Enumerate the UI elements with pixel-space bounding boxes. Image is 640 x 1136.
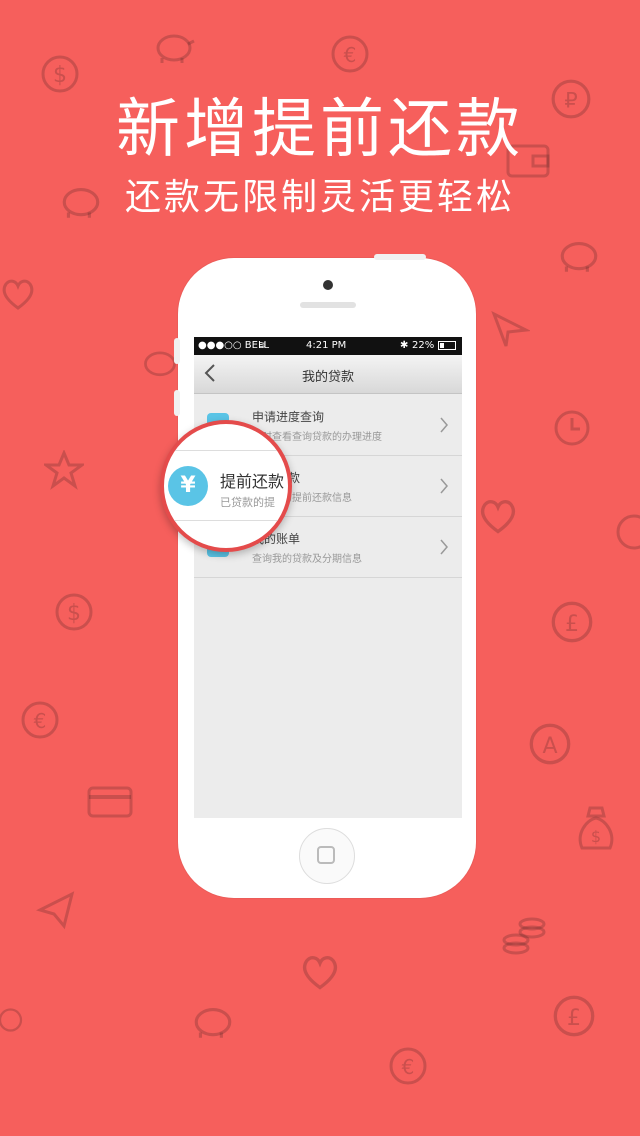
phone-mockup: ●●●○○ BELL ≋ 4:21 PM ✱ 22% 我的贷款 申请进度查询 实…: [174, 254, 476, 898]
nav-title: 我的贷款: [301, 370, 354, 385]
nav-bar: 我的贷款: [194, 355, 462, 394]
divider: [164, 450, 288, 451]
heart-icon: [0, 276, 36, 312]
svg-text:£: £: [567, 1006, 581, 1031]
credit-card-icon: [86, 784, 134, 820]
piggy-bank-icon: [190, 1000, 236, 1040]
svg-text:$: $: [67, 601, 81, 626]
coin-stack-icon: [500, 910, 548, 958]
phone-side-button: [174, 390, 180, 416]
status-time: 4:21 PM: [306, 340, 347, 351]
svg-text:€: €: [402, 1055, 415, 1079]
divider: [164, 520, 288, 521]
svg-text:$: $: [591, 827, 601, 846]
menu-row-subtitle: 查询我的贷款及分期信息: [252, 554, 362, 565]
battery-icon: [438, 341, 456, 350]
euro-coin-icon: €: [330, 34, 370, 74]
status-bar: ●●●○○ BELL ≋ 4:21 PM ✱ 22%: [194, 337, 462, 355]
phone-top-button: [374, 254, 426, 260]
front-camera: [323, 280, 333, 290]
wifi-icon: ≋: [258, 340, 267, 351]
menu-row-title: 申请进度查询: [252, 410, 325, 424]
heart-icon: [476, 496, 520, 536]
promo-subline: 还款无限制灵活更轻松: [124, 177, 515, 218]
chevron-right-icon: [440, 539, 448, 555]
phone-screen: ●●●○○ BELL ≋ 4:21 PM ✱ 22% 我的贷款 申请进度查询 实…: [194, 337, 462, 818]
svg-text:A: A: [542, 734, 557, 759]
magnifier-callout: ¥ 提前还款 已贷款的提: [160, 420, 292, 552]
magnified-subtitle: 已贷款的提: [220, 496, 275, 509]
paper-plane-icon: [36, 890, 76, 930]
star-icon: [44, 450, 84, 490]
svg-text:€: €: [34, 709, 47, 733]
money-bag-icon: [614, 508, 640, 552]
yuan-icon: ¥: [168, 466, 208, 506]
chevron-right-icon: [440, 417, 448, 433]
money-bag-icon: $: [574, 804, 618, 852]
a-coin-icon: A: [528, 722, 572, 766]
svg-text:€: €: [344, 43, 357, 67]
pound-coin-icon: £: [550, 600, 594, 644]
home-button[interactable]: [299, 828, 355, 884]
svg-text:£: £: [565, 612, 579, 637]
dollar-coin-icon: $: [54, 592, 94, 632]
chevron-right-icon: [440, 478, 448, 494]
euro-coin-icon: [0, 1000, 30, 1040]
bluetooth-icon: ✱: [400, 340, 409, 351]
euro-coin-icon: €: [20, 700, 60, 740]
piggy-bank-icon: [556, 234, 602, 274]
pound-coin-icon: £: [552, 994, 596, 1038]
phone-side-button: [174, 338, 180, 364]
home-square-icon: [317, 846, 335, 864]
heart-icon: [298, 952, 342, 992]
piggy-bank-icon: [152, 28, 196, 64]
euro-coin-icon: €: [388, 1046, 428, 1086]
paper-plane-icon: [490, 310, 530, 350]
battery-percent: 22%: [412, 340, 435, 351]
alarm-clock-icon: [550, 404, 594, 448]
promo-headline: 新增提前还款: [116, 93, 524, 167]
earpiece-speaker: [300, 302, 356, 308]
magnified-title: 提前还款: [220, 472, 285, 491]
